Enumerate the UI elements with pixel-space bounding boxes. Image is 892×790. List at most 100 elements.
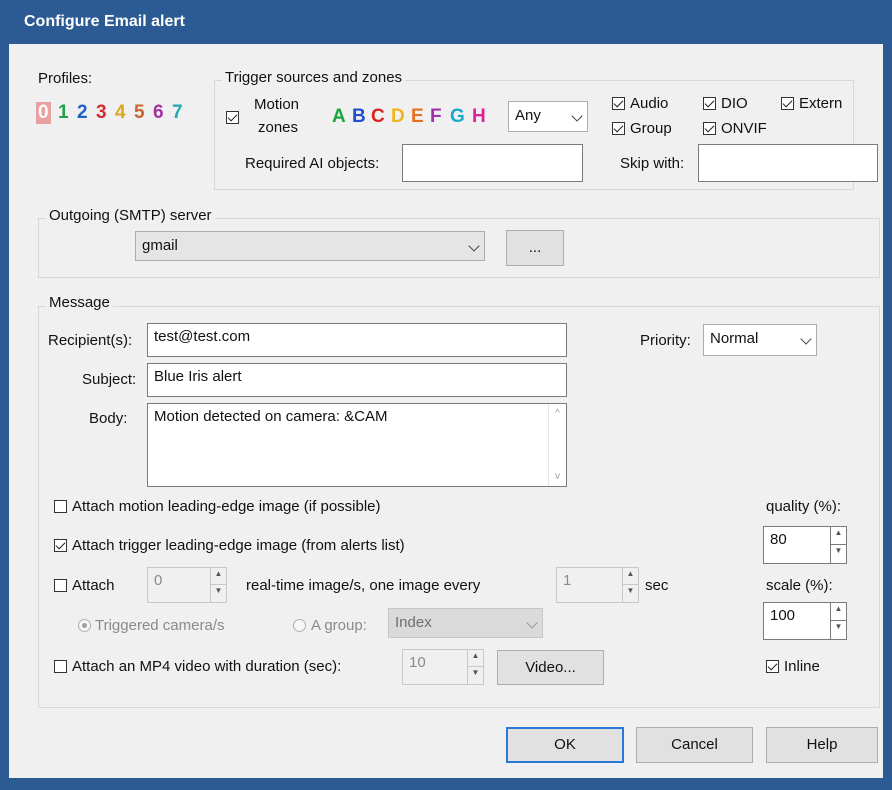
- zone-g[interactable]: G: [450, 106, 465, 128]
- group-select-value: Index: [395, 614, 432, 631]
- spin-down-icon[interactable]: ▼: [831, 621, 846, 639]
- triggered-camera-label: Triggered camera/s: [95, 617, 225, 634]
- spin-up-icon[interactable]: ▲: [468, 650, 483, 667]
- chevron-down-icon: [526, 617, 538, 629]
- inline-checkbox[interactable]: [766, 660, 779, 673]
- zone-mode-select[interactable]: Any: [508, 101, 588, 132]
- recipients-input[interactable]: test@test.com: [147, 323, 567, 357]
- attach-trigger-leading-checkbox[interactable]: [54, 539, 67, 552]
- zone-c[interactable]: C: [371, 106, 385, 128]
- zone-f[interactable]: F: [430, 106, 442, 128]
- scale-input[interactable]: 100 ▲ ▼: [763, 602, 847, 640]
- quality-spinner[interactable]: ▲ ▼: [830, 527, 846, 563]
- attach-count-spinner[interactable]: ▲ ▼: [210, 568, 226, 602]
- group-checkbox[interactable]: [612, 122, 625, 135]
- spin-down-icon[interactable]: ▼: [468, 667, 483, 684]
- cancel-button[interactable]: Cancel: [636, 727, 753, 763]
- dio-checkbox[interactable]: [703, 97, 716, 110]
- spin-down-icon[interactable]: ▼: [831, 545, 846, 563]
- a-group-radio[interactable]: [293, 619, 306, 632]
- scroll-up-icon[interactable]: ^: [549, 408, 566, 419]
- mp4-duration-value: 10: [409, 654, 426, 671]
- zone-b[interactable]: B: [352, 106, 366, 128]
- body-text: Motion detected on camera: &CAM: [154, 408, 388, 425]
- chevron-down-icon: [468, 240, 480, 252]
- spin-up-icon[interactable]: ▲: [211, 568, 226, 585]
- body-textarea[interactable]: Motion detected on camera: &CAM ^ v: [147, 403, 567, 487]
- zone-a[interactable]: A: [332, 106, 346, 128]
- spin-up-icon[interactable]: ▲: [831, 603, 846, 621]
- spin-down-icon[interactable]: ▼: [623, 585, 638, 602]
- audio-label: Audio: [630, 95, 669, 112]
- profile-4[interactable]: 4: [115, 102, 126, 124]
- quality-input[interactable]: 80 ▲ ▼: [763, 526, 847, 564]
- profile-6[interactable]: 6: [153, 102, 164, 124]
- smtp-legend: Outgoing (SMTP) server: [46, 207, 215, 224]
- motion-zones-checkbox[interactable]: [226, 111, 239, 124]
- zone-d[interactable]: D: [391, 106, 405, 128]
- attach-count-input[interactable]: 0 ▲ ▼: [147, 567, 227, 603]
- scale-spinner[interactable]: ▲ ▼: [830, 603, 846, 639]
- profile-2[interactable]: 2: [77, 102, 88, 124]
- chevron-down-icon: [800, 333, 812, 345]
- subject-input[interactable]: Blue Iris alert: [147, 363, 567, 397]
- help-button[interactable]: Help: [766, 727, 878, 763]
- scale-value: 100: [770, 607, 796, 624]
- smtp-server-select[interactable]: gmail: [135, 231, 485, 261]
- group-label: Group: [630, 120, 672, 137]
- video-button[interactable]: Video...: [497, 650, 604, 685]
- mp4-duration-spinner[interactable]: ▲ ▼: [467, 650, 483, 684]
- priority-select[interactable]: Normal: [703, 324, 817, 356]
- scroll-down-icon[interactable]: v: [549, 471, 566, 482]
- profile-0[interactable]: 0: [36, 102, 51, 124]
- onvif-label: ONVIF: [721, 120, 767, 137]
- interval-input[interactable]: 1 ▲ ▼: [556, 567, 639, 603]
- zone-mode-value: Any: [515, 107, 541, 124]
- audio-checkbox[interactable]: [612, 97, 625, 110]
- interval-unit-label: sec: [645, 577, 669, 594]
- interval-spinner[interactable]: ▲ ▼: [622, 568, 638, 602]
- group-select[interactable]: Index: [388, 608, 543, 638]
- priority-value: Normal: [710, 330, 759, 347]
- extern-checkbox[interactable]: [781, 97, 794, 110]
- required-ai-label: Required AI objects:: [245, 155, 380, 172]
- profile-1[interactable]: 1: [58, 102, 69, 124]
- ok-button[interactable]: OK: [506, 727, 624, 763]
- attach-label: Attach: [72, 577, 115, 594]
- recipients-label: Recipient(s):: [48, 332, 133, 349]
- window-border-bottom: [0, 778, 892, 790]
- profile-5[interactable]: 5: [134, 102, 145, 124]
- skip-with-input[interactable]: [698, 144, 878, 182]
- trigger-legend: Trigger sources and zones: [222, 69, 406, 86]
- chevron-down-icon: [571, 110, 583, 122]
- dio-label: DIO: [721, 95, 748, 112]
- zone-e[interactable]: E: [411, 106, 424, 128]
- triggered-camera-radio[interactable]: [78, 619, 91, 632]
- spin-up-icon[interactable]: ▲: [623, 568, 638, 585]
- inline-label: Inline: [784, 658, 820, 675]
- priority-label: Priority:: [640, 332, 691, 349]
- attach-mp4-checkbox[interactable]: [54, 660, 67, 673]
- message-legend: Message: [46, 294, 113, 311]
- mp4-duration-input[interactable]: 10 ▲ ▼: [402, 649, 484, 685]
- window-border-left: [0, 44, 9, 790]
- motion-label: Motion: [254, 96, 300, 113]
- zone-h[interactable]: H: [472, 106, 486, 128]
- smtp-browse-button[interactable]: ...: [506, 230, 564, 266]
- required-ai-input[interactable]: [402, 144, 583, 182]
- profile-7[interactable]: 7: [172, 102, 183, 124]
- onvif-checkbox[interactable]: [703, 122, 716, 135]
- spin-down-icon[interactable]: ▼: [211, 585, 226, 602]
- attach-realtime-checkbox[interactable]: [54, 579, 67, 592]
- body-scrollbar[interactable]: ^ v: [548, 404, 566, 486]
- profile-3[interactable]: 3: [96, 102, 107, 124]
- attach-motion-leading-checkbox[interactable]: [54, 500, 67, 513]
- spin-up-icon[interactable]: ▲: [831, 527, 846, 545]
- scale-label: scale (%):: [766, 577, 833, 594]
- profiles-label: Profiles:: [38, 70, 93, 87]
- attach-trigger-leading-label: Attach trigger leading-edge image (from …: [72, 537, 405, 554]
- title-bar: Configure Email alert: [0, 0, 892, 44]
- body-label: Body:: [89, 410, 128, 427]
- attach-count-value: 0: [154, 572, 163, 589]
- a-group-label: A group:: [311, 617, 367, 634]
